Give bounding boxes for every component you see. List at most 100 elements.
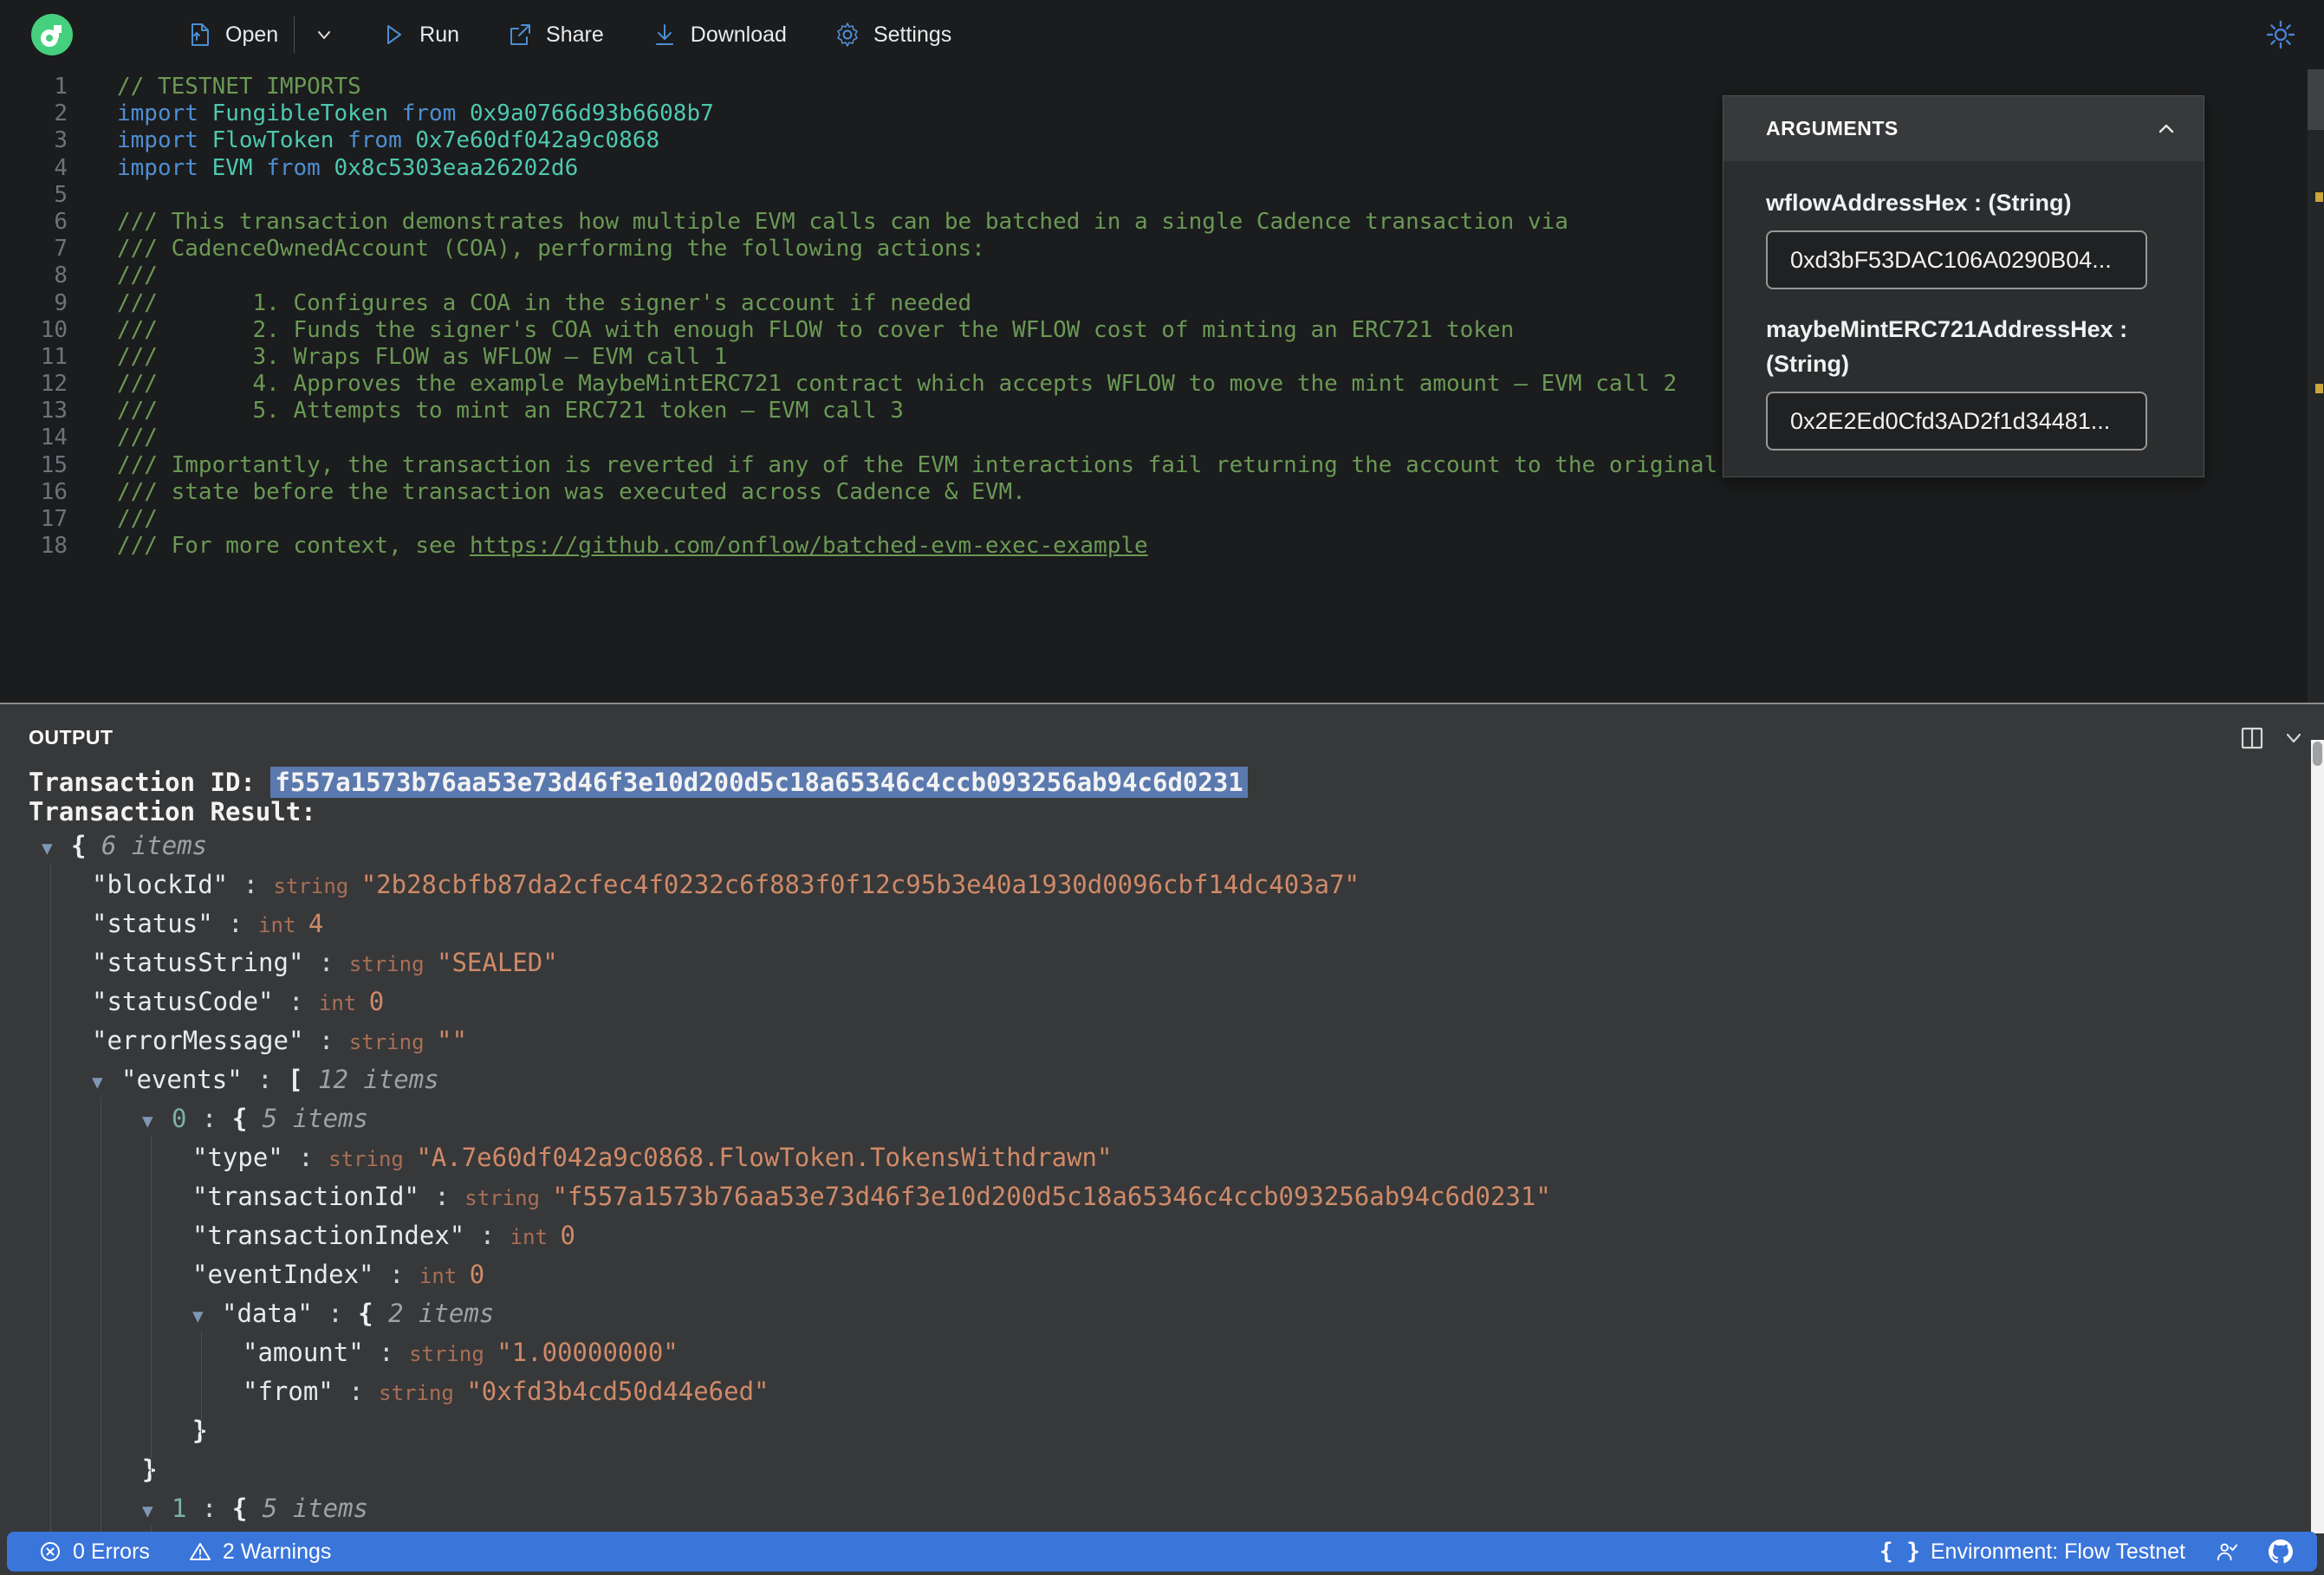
arguments-panel: ARGUMENTS wflowAddressHex : (String) may… — [1723, 95, 2204, 477]
feedback-button[interactable] — [2215, 1539, 2239, 1564]
warnings-label: 2 Warnings — [222, 1539, 332, 1564]
tree-collapse-triangle[interactable]: ▼ — [142, 1492, 172, 1531]
output-scrollbar-thumb[interactable] — [2313, 742, 2322, 766]
json-row: "type" : string "A.7e60df042a9c0868.Flow… — [192, 1143, 1113, 1172]
line-number: 16 — [40, 478, 68, 505]
arguments-header[interactable]: ARGUMENTS — [1724, 96, 2204, 161]
tree-collapse-triangle[interactable]: ▼ — [192, 1297, 222, 1336]
output-title: OUTPUT — [29, 726, 114, 749]
editor-scrollbar[interactable] — [2308, 69, 2324, 703]
braces-icon: { } — [1879, 1539, 1920, 1565]
output-panel: OUTPUT Transaction ID: f557a1573b76aa53e… — [0, 703, 2324, 1575]
settings-label: Settings — [873, 22, 952, 47]
collapse-output-icon[interactable] — [2279, 723, 2308, 753]
arguments-body: wflowAddressHex : (String) maybeMintERC7… — [1724, 161, 2204, 473]
json-row: ▼ 0 : { 5 items — [0, 1099, 2294, 1138]
json-row: "transactionIndex" : int 0 — [192, 1221, 575, 1250]
sun-icon — [2266, 20, 2295, 49]
person-check-icon — [2217, 1543, 2238, 1561]
run-label: Run — [419, 22, 460, 47]
line-number: 18 — [40, 533, 68, 560]
line-number: 1 — [54, 74, 68, 100]
environment-item[interactable]: { } Environment: Flow Testnet — [1879, 1539, 2185, 1565]
errors-label: 0 Errors — [73, 1539, 150, 1564]
run-button[interactable]: Run — [380, 21, 459, 49]
top-toolbar: Open Run Share Download Settings — [0, 0, 2324, 69]
line-number: 14 — [40, 425, 68, 451]
json-row: } — [192, 1416, 208, 1445]
warning-icon — [189, 1543, 211, 1560]
transaction-id-label: Transaction ID: — [29, 768, 271, 797]
json-row: "blockId" : string "2b28cbfb87da2cfec4f0… — [92, 870, 1360, 899]
argument-input-erc721[interactable] — [1766, 392, 2147, 450]
download-icon — [651, 21, 678, 49]
output-scrollbar[interactable] — [2311, 740, 2324, 1533]
tree-collapse-triangle[interactable]: ▼ — [92, 1063, 121, 1102]
argument-label: wflowAddressHex : (String) — [1766, 190, 2072, 216]
line-number: 15 — [40, 451, 68, 478]
line-number: 7 — [54, 236, 68, 262]
theme-toggle-button[interactable] — [2265, 19, 2296, 50]
json-row: "transactionId" : string "f557a1573b76aa… — [192, 1182, 1551, 1211]
json-row: "from" : string "0xfd3b4cd50d44e6ed" — [243, 1377, 769, 1406]
open-button[interactable]: Open — [185, 21, 278, 49]
indent-guide — [151, 1136, 152, 1475]
download-label: Download — [690, 22, 787, 47]
json-row: "statusString" : string "SEALED" — [92, 948, 558, 977]
line-number: 13 — [40, 398, 68, 425]
github-link[interactable]: https://github.com/onflow/batched-evm-ex… — [470, 533, 1148, 559]
json-row: } — [142, 1455, 158, 1484]
indent-guide — [50, 863, 51, 1533]
line-number: 6 — [54, 208, 68, 235]
warning-marker — [2315, 384, 2323, 393]
environment-label: Environment: Flow Testnet — [1930, 1539, 2185, 1564]
json-row: "errorMessage" : string "" — [92, 1026, 467, 1055]
arguments-title: ARGUMENTS — [1766, 117, 1899, 139]
line-number: 2 — [54, 100, 68, 127]
code-line: 16/// state before the transaction was e… — [0, 479, 2324, 506]
line-number: 10 — [40, 316, 68, 343]
line-number: 4 — [54, 154, 68, 181]
errors-item[interactable]: 0 Errors — [38, 1539, 150, 1565]
json-row: "amount" : string "1.00000000" — [243, 1338, 678, 1367]
json-tree[interactable]: ▼{ 6 items "blockId" : string "2b28cbfb87… — [0, 826, 2294, 1533]
settings-button[interactable]: Settings — [834, 21, 951, 49]
warning-marker — [2315, 192, 2323, 202]
json-row: "status" : int 4 — [92, 909, 324, 938]
run-play-icon — [380, 21, 407, 49]
share-button[interactable]: Share — [506, 21, 604, 49]
open-file-icon — [185, 21, 213, 49]
flow-logo[interactable] — [31, 14, 73, 55]
share-label: Share — [546, 22, 604, 47]
open-dropdown-button[interactable] — [310, 21, 338, 49]
line-number: 9 — [54, 289, 68, 316]
json-row: ▼ "data" : { 2 items — [0, 1294, 2294, 1333]
transaction-result-label: Transaction Result: — [29, 797, 316, 826]
code-line: 18/// For more context, see https://gith… — [0, 533, 2324, 560]
indent-guide — [201, 1331, 202, 1436]
line-number: 8 — [54, 262, 68, 289]
github-button[interactable] — [2269, 1539, 2293, 1564]
json-row: ▼{ 6 items — [0, 826, 2294, 865]
argument-label: maybeMintERC721AddressHex : (String) — [1766, 316, 2128, 377]
argument-input-wflow[interactable] — [1766, 230, 2147, 289]
json-row: "eventIndex" : int 0 — [192, 1260, 485, 1289]
github-icon — [2269, 1539, 2293, 1564]
editor-scrollbar-thumb[interactable] — [2308, 69, 2324, 130]
chevron-up-icon — [2158, 124, 2174, 133]
line-number: 3 — [54, 127, 68, 154]
toolbar-separator — [294, 16, 295, 53]
code-line: 17/// — [0, 506, 2324, 533]
line-number: 17 — [40, 506, 68, 532]
tree-collapse-triangle[interactable]: ▼ — [142, 1102, 172, 1141]
line-number: 12 — [40, 371, 68, 398]
line-number: 11 — [40, 343, 68, 370]
download-button[interactable]: Download — [651, 21, 787, 49]
open-label: Open — [225, 22, 279, 47]
tree-collapse-triangle[interactable]: ▼ — [42, 829, 71, 868]
json-row: ▼ 1 : { 5 items — [0, 1489, 2294, 1528]
split-editor-icon[interactable] — [2237, 723, 2267, 753]
json-row: "statusCode" : int 0 — [92, 987, 385, 1016]
warnings-item[interactable]: 2 Warnings — [188, 1539, 332, 1565]
transaction-id-value[interactable]: f557a1573b76aa53e73d46f3e10d200d5c18a653… — [270, 767, 1248, 798]
